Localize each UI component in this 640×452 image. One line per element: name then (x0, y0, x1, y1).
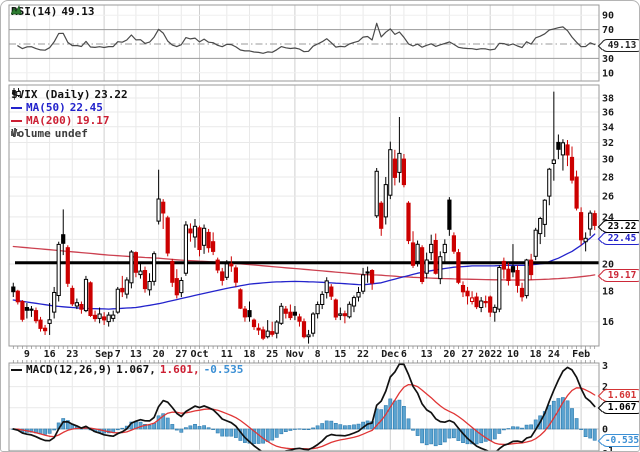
rsi-legend: RSI(14) 49.13 (11, 5, 94, 18)
vertical-gridlines (26, 5, 582, 451)
candles (11, 91, 597, 344)
ma200-legend-value: 19.17 (76, 114, 110, 127)
tick-label: Feb (572, 349, 590, 360)
tick-label: 34 (602, 122, 614, 133)
ma200-value-callout: 19.17 (601, 269, 639, 282)
macd-legend-value: 1.067, (116, 363, 156, 376)
tick-label: 2022 (478, 349, 502, 360)
tick-label: 15 (334, 349, 346, 360)
tick-label: 90 (602, 11, 614, 22)
tick-label: 6 (401, 349, 407, 360)
rsi-indicator-icon (11, 5, 22, 15)
tick-label: 30 (602, 155, 614, 166)
tick-label: Dec (381, 349, 399, 360)
tick-label: 23 (66, 349, 78, 360)
ma200-legend: MA(200) 19.17 (11, 114, 109, 127)
ma50-value-callout: 22.45 (601, 232, 639, 245)
x-axis-labels: 9 16 23 Sep 7 13 20 27 Oct 11 18 25 Nov 8 15 22 Dec 6 13 20… (24, 349, 590, 360)
tick-label: 18 (243, 349, 255, 360)
macd-legend-label: MACD(12,26,9) (26, 363, 113, 376)
tick-label: 26 (602, 192, 614, 203)
chart-canvas: 90703010383634323028262422201816320-1916… (8, 4, 614, 451)
rsi-legend-value: 49.13 (61, 5, 95, 18)
panel-frames (8, 4, 600, 451)
tick-label: 7 (115, 349, 121, 360)
last-price-callout: 23.22 (601, 220, 639, 233)
ma50-legend-value: 22.45 (69, 101, 103, 114)
tick-label: Oct (190, 349, 208, 360)
tick-label: 70 (602, 25, 614, 36)
volume-icon (11, 128, 19, 136)
tick-label: 11 (221, 349, 233, 360)
tick-label: 30 (602, 54, 614, 65)
ma200-legend-label: MA(200) (26, 114, 73, 127)
macd-line-callout: 1.067 (601, 401, 639, 414)
tick-label: 16 (602, 317, 614, 328)
tick-label: 10 (602, 68, 614, 79)
price-legend-value: 23.22 (94, 88, 128, 101)
tick-label: 27 (175, 349, 187, 360)
rsi-value-callout: 49.13 (601, 39, 639, 52)
tick-label: 18 (530, 349, 542, 360)
tick-label: 13 (130, 349, 142, 360)
tick-label: 18 (602, 287, 614, 298)
tick-label: Sep (95, 349, 113, 360)
tick-label: 3 (602, 361, 608, 372)
macd-histogram (11, 397, 597, 447)
macd-line-icon (11, 368, 22, 371)
price-legend: $VIX (Daily) 23.22 (11, 88, 128, 101)
macd-hist-value: -0.535 (203, 363, 244, 376)
tick-label: 38 (602, 94, 614, 105)
tick-label: 20 (443, 349, 455, 360)
tick-label: Nov (286, 349, 304, 360)
tick-label: 8 (315, 349, 321, 360)
volume-legend: Volume undef (11, 127, 88, 140)
tick-label: 24 (548, 349, 560, 360)
tick-label: 16 (44, 349, 56, 360)
ma50-line-icon (11, 106, 22, 109)
tick-label: 25 (266, 349, 278, 360)
price-legend-title: $VIX (Daily) (11, 88, 91, 101)
macd-signal-value: 1.601, (159, 363, 200, 376)
tick-label: 13 (421, 349, 433, 360)
tick-label: 9 (24, 349, 30, 360)
tick-label: 20 (153, 349, 165, 360)
ma50-legend: MA(50) 22.45 (11, 101, 103, 114)
horizontal-gridlines (9, 14, 599, 451)
volume-legend-value: undef (54, 127, 88, 140)
tick-label: 36 (602, 107, 614, 118)
macd-legend: MACD(12,26,9) 1.067, 1.601, -0.535 (11, 363, 243, 376)
tick-label: 28 (602, 172, 614, 183)
ma50-legend-label: MA(50) (26, 101, 66, 114)
candlestick-icon (12, 88, 21, 98)
ma200-line-icon (11, 119, 22, 122)
tick-label: 10 (507, 349, 519, 360)
tick-label: 27 (462, 349, 474, 360)
stockchart: 90703010383634323028262422201816320-1916… (0, 0, 640, 452)
macd-hist-callout: -0.535 (601, 434, 639, 447)
tick-label: 22 (357, 349, 369, 360)
tick-label: 32 (602, 138, 614, 149)
